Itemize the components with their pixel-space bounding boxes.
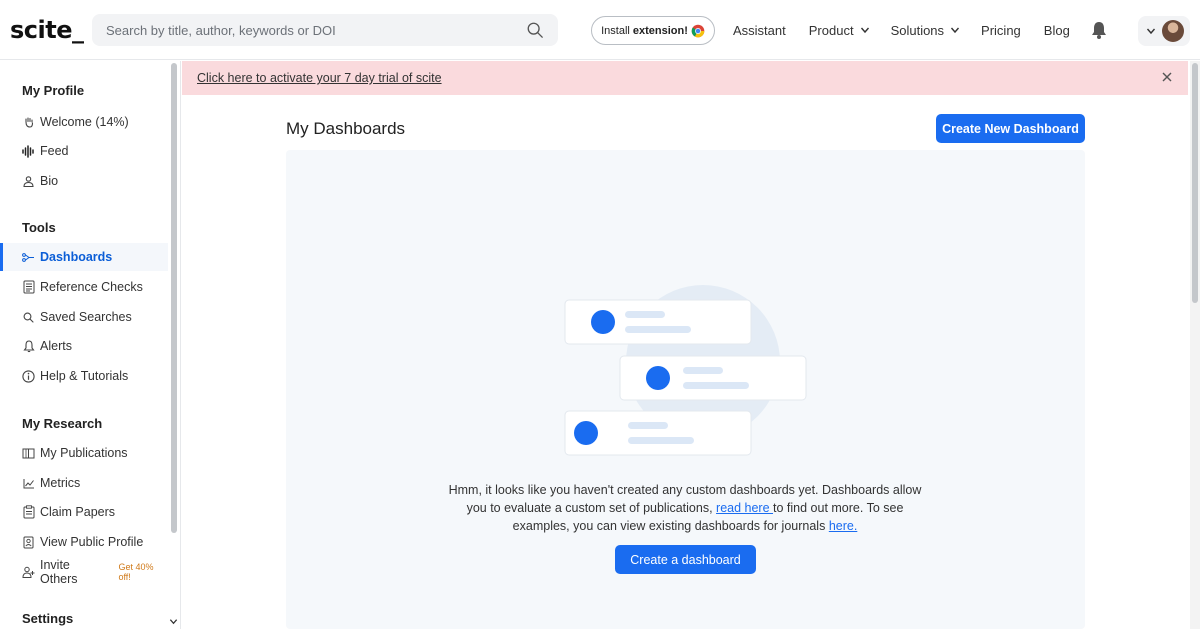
install-extension-bold: extension! [632,24,688,37]
read-here-link[interactable]: read here [716,501,773,515]
sidebar-item-alerts[interactable]: Alerts [0,332,168,360]
sidebar-item-invite-others[interactable]: Invite Others Get 40% off! [0,558,168,586]
create-dashboard-button[interactable]: Create a dashboard [615,545,756,574]
clipboard-icon [22,505,35,519]
hand-wave-icon [22,116,35,129]
sidebar: My Profile Welcome (14%) Feed Bio Tools … [0,61,181,629]
create-new-dashboard-button[interactable]: Create New Dashboard [936,114,1085,143]
profile-card-icon [22,536,35,549]
activate-trial-link[interactable]: Click here to activate your 7 day trial … [197,71,442,85]
info-icon [22,369,35,383]
main-scrollbar[interactable] [1190,61,1200,629]
sidebar-item-feed[interactable]: Feed [0,137,168,165]
feed-wave-icon [22,144,35,158]
chevron-down-icon [1146,28,1156,35]
sidebar-section-tools: Tools [22,220,56,235]
book-icon [22,447,35,460]
sidebar-item-help-tutorials[interactable]: Help & Tutorials [0,362,168,390]
chart-icon [22,477,35,490]
document-icon [22,280,35,294]
user-icon [22,175,35,188]
bell-icon [22,339,35,353]
install-extension-label: Install [601,24,630,37]
sidebar-item-reference-checks[interactable]: Reference Checks [0,273,168,301]
chevron-down-icon [860,27,869,34]
sidebar-item-bio[interactable]: Bio [0,167,168,195]
journals-examples-link[interactable]: here. [829,519,858,533]
empty-dashboards-illustration [564,285,807,456]
search-bar[interactable] [92,14,558,46]
close-icon[interactable] [1160,70,1174,84]
user-menu[interactable] [1138,16,1190,46]
sidebar-item-claim-papers[interactable]: Claim Papers [0,498,168,526]
sidebar-section-my-research: My Research [22,416,103,431]
nav-pricing[interactable]: Pricing [981,23,1021,38]
sidebar-item-metrics[interactable]: Metrics [0,469,168,497]
nav-blog[interactable]: Blog [1044,23,1070,38]
dashboard-icon [22,251,35,264]
sidebar-item-my-publications[interactable]: My Publications [0,439,168,467]
sidebar-section-my-profile: My Profile [22,83,85,98]
promo-badge: Get 40% off! [118,562,154,582]
page-title: My Dashboards [286,119,406,138]
top-navbar: scite_ Install extension! Assistant Prod… [0,0,1200,60]
sidebar-item-view-public-profile[interactable]: View Public Profile [0,528,168,556]
trial-banner: Click here to activate your 7 day trial … [182,61,1188,95]
sidebar-item-dashboards[interactable]: Dashboards [0,243,168,271]
search-icon[interactable] [526,21,544,39]
sidebar-section-settings: Settings [22,611,74,626]
empty-state-message: Hmm, it looks like you haven't created a… [448,483,922,533]
search-icon [22,311,35,324]
sidebar-scrollbar[interactable] [171,63,177,533]
chrome-icon [691,24,705,37]
nav-product[interactable]: Product [809,23,870,38]
notifications-bell-icon[interactable] [1089,20,1109,40]
search-input[interactable] [106,22,526,38]
sidebar-item-saved-searches[interactable]: Saved Searches [0,303,168,331]
sidebar-item-welcome[interactable]: Welcome (14%) [0,108,168,136]
chevron-down-icon[interactable] [169,617,178,626]
main-scrollbar-thumb[interactable] [1192,63,1198,303]
invite-user-icon [22,566,35,579]
avatar [1162,20,1184,42]
install-extension-button[interactable]: Install extension! [591,16,715,45]
nav-solutions[interactable]: Solutions [891,23,960,38]
nav-assistant[interactable]: Assistant [733,23,786,38]
nav-links: Assistant Product Solutions Pricing Blog [733,0,1070,60]
scite-logo[interactable]: scite_ [10,16,84,44]
chevron-down-icon [951,27,960,34]
